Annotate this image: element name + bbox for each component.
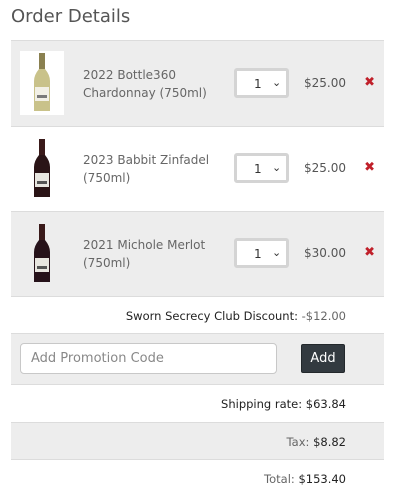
shipping-label: Shipping rate: xyxy=(221,397,303,411)
tax-row: Tax: $8.82 xyxy=(11,422,384,460)
item-price: $30.00 xyxy=(304,246,346,260)
remove-item-icon[interactable]: ✖ xyxy=(364,245,375,260)
total-value: $153.40 xyxy=(298,472,346,486)
cart-item: 2021 Michole Merlot (750ml) 1 ⌄ $30.00 ✖ xyxy=(11,211,384,297)
page-title: Order Details xyxy=(11,6,131,27)
chevron-down-icon: ⌄ xyxy=(272,246,282,259)
tax-value: $8.82 xyxy=(313,435,346,449)
tax-label: Tax: xyxy=(286,435,310,449)
promo-row: Add xyxy=(11,333,384,385)
quantity-select[interactable]: 1 ⌄ xyxy=(234,238,289,268)
wine-bottle-image xyxy=(20,137,64,201)
product-name: 2021 Michole Merlot (750ml) xyxy=(83,238,206,270)
quantity-value: 1 xyxy=(254,162,262,176)
remove-item-icon[interactable]: ✖ xyxy=(364,75,375,90)
quantity-value: 1 xyxy=(254,77,262,91)
promo-code-input[interactable] xyxy=(20,343,277,374)
quantity-value: 1 xyxy=(254,247,262,261)
product-name: 2023 Babbit Zinfadel (750ml) xyxy=(83,153,210,185)
shipping-value: $63.84 xyxy=(305,397,346,411)
item-price: $25.00 xyxy=(304,161,346,175)
chevron-down-icon: ⌄ xyxy=(272,161,282,174)
total-label: Total: xyxy=(264,472,295,486)
discount-label: Sworn Secrecy Club Discount: xyxy=(125,309,298,323)
remove-item-icon[interactable]: ✖ xyxy=(364,160,375,175)
quantity-select[interactable]: 1 ⌄ xyxy=(234,68,289,98)
cart-item: 2023 Babbit Zinfadel (750ml) 1 ⌄ $25.00 … xyxy=(11,126,384,212)
quantity-select[interactable]: 1 ⌄ xyxy=(234,153,289,183)
chevron-down-icon: ⌄ xyxy=(272,76,282,89)
item-price: $25.00 xyxy=(304,76,346,90)
total-row: Total: $153.40 xyxy=(11,459,384,498)
add-promo-button[interactable]: Add xyxy=(301,344,345,373)
discount-row: Sworn Secrecy Club Discount: -$12.00 xyxy=(11,296,384,334)
wine-bottle-image xyxy=(20,222,64,286)
wine-bottle-image xyxy=(20,51,64,115)
cart-item: 2022 Bottle360 Chardonnay (750ml) 1 ⌄ $2… xyxy=(11,40,384,127)
product-name: 2022 Bottle360 Chardonnay (750ml) xyxy=(83,68,207,100)
shipping-row: Shipping rate: $63.84 xyxy=(11,384,384,423)
discount-value: -$12.00 xyxy=(301,309,346,323)
